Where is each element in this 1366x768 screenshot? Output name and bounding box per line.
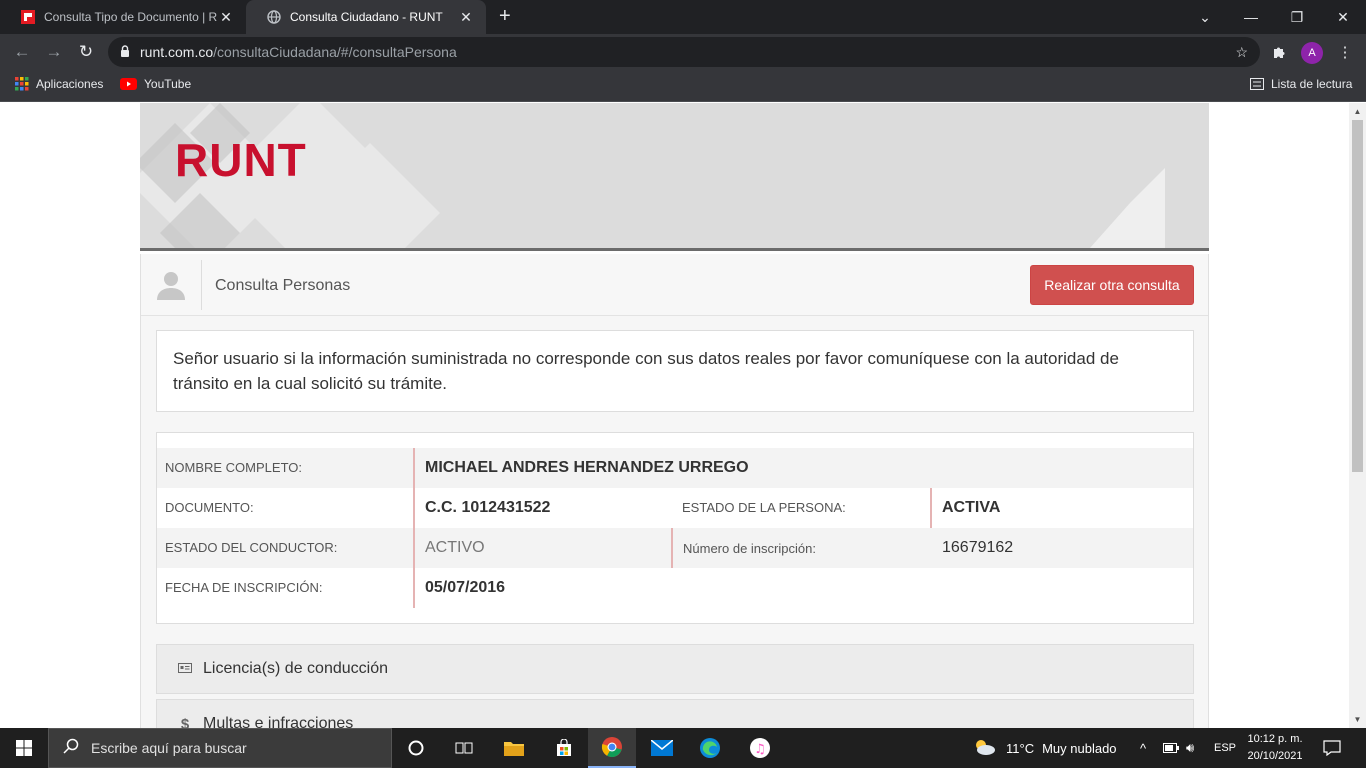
taskbar-search-box[interactable]: Escribe aquí para buscar <box>48 728 392 768</box>
tab-title: Consulta Tipo de Documento | RUNT <box>44 10 218 24</box>
tab-consulta-tipo-documento[interactable]: Consulta Tipo de Documento | RUNT ✕ <box>0 0 246 34</box>
scroll-down-arrow-icon[interactable]: ▼ <box>1349 711 1366 728</box>
task-view-icon[interactable] <box>440 728 488 768</box>
profile-avatar[interactable]: A <box>1301 42 1323 64</box>
microsoft-store-icon[interactable] <box>540 728 588 768</box>
table-row: FECHA DE INSCRIPCIÓN: 05/07/2016 <box>157 568 1193 608</box>
panel-title: Consulta Personas <box>215 277 351 294</box>
runt-favicon-icon <box>20 9 36 25</box>
panel-header: Consulta Personas Realizar otra consulta <box>141 254 1208 316</box>
weather-widget[interactable]: 11°C Muy nublado <box>972 728 1117 768</box>
bookmark-star-icon[interactable]: ☆ <box>1235 44 1248 61</box>
licencias-section[interactable]: Licencia(s) de conducción <box>156 644 1194 694</box>
itunes-icon[interactable]: ♫ <box>736 728 784 768</box>
table-row: ESTADO DEL CONDUCTOR: ACTIVO Número de i… <box>157 528 1193 568</box>
user-notice: Señor usuario si la información suminist… <box>156 330 1194 412</box>
cloud-sun-icon <box>972 738 996 759</box>
bookmark-label: Aplicaciones <box>36 77 104 91</box>
inscripcion-num-value: 16679162 <box>942 539 1014 556</box>
cortana-icon[interactable] <box>392 728 440 768</box>
youtube-icon <box>120 78 137 90</box>
windows-taskbar: Escribe aquí para buscar ♫ 11°C Muy nubl… <box>0 728 1366 768</box>
section-label: Licencia(s) de conducción <box>203 660 388 677</box>
url-path: /consultaCiudadana/#/consultaPersona <box>213 44 457 60</box>
estado-conductor-label: ESTADO DEL CONDUCTOR: <box>165 540 338 555</box>
address-bar[interactable]: runt.com.co /consultaCiudadana/#/consult… <box>108 37 1260 67</box>
tab-search-chevron-icon[interactable]: ⌄ <box>1182 0 1228 34</box>
search-icon <box>63 738 79 758</box>
chrome-menu-icon[interactable]: ⋮ <box>1333 40 1357 64</box>
clock-time: 10:12 p. m. <box>1247 733 1303 745</box>
page-viewport: RUNT Consulta Personas Realizar otra con… <box>0 103 1349 728</box>
language-indicator[interactable]: ESP <box>1214 728 1236 768</box>
estado-persona-label: ESTADO DE LA PERSONA: <box>682 500 846 515</box>
runt-header-banner: RUNT <box>140 103 1209 251</box>
forward-arrow-icon[interactable]: → <box>42 40 66 64</box>
realizar-otra-consulta-button[interactable]: Realizar otra consulta <box>1030 265 1194 305</box>
clock-date: 20/10/2021 <box>1247 750 1303 762</box>
close-window-icon[interactable]: ✕ <box>1320 0 1366 34</box>
fecha-value: 05/07/2016 <box>413 568 505 608</box>
taskbar-clock[interactable]: 10:12 p. m. 20/10/2021 <box>1240 731 1310 765</box>
bookmark-label: YouTube <box>144 77 192 91</box>
documento-value: C.C. 1012431522 <box>413 488 550 528</box>
lock-icon <box>120 44 130 60</box>
reading-list-button[interactable]: Lista de lectura <box>1250 77 1352 91</box>
file-explorer-icon[interactable] <box>490 728 538 768</box>
dollar-icon: $ <box>180 715 190 729</box>
multas-section[interactable]: $ Multas e infracciones <box>156 699 1194 728</box>
close-tab-icon[interactable]: ✕ <box>218 9 234 26</box>
nombre-value: MICHAEL ANDRES HERNANDEZ URREGO <box>413 448 749 488</box>
search-placeholder: Escribe aquí para buscar <box>91 740 247 756</box>
reading-list-label: Lista de lectura <box>1271 77 1353 91</box>
table-row: NOMBRE COMPLETO: MICHAEL ANDRES HERNANDE… <box>157 448 1193 488</box>
page-container: RUNT Consulta Personas Realizar otra con… <box>140 103 1209 728</box>
license-card-icon <box>177 662 193 676</box>
inscripcion-num-label: Número de inscripción: <box>671 528 816 568</box>
volume-icon[interactable]: 🔊︎ <box>1186 728 1194 768</box>
runt-logo: RUNT <box>175 134 307 186</box>
section-label: Multas e infracciones <box>203 715 354 728</box>
restore-icon[interactable]: ❐ <box>1274 0 1320 34</box>
tab-consulta-ciudadano[interactable]: Consulta Ciudadano - RUNT ✕ <box>246 0 486 34</box>
scroll-up-arrow-icon[interactable]: ▲ <box>1349 103 1366 120</box>
page-scrollbar[interactable]: ▲ ▼ <box>1349 103 1366 728</box>
tab-title: Consulta Ciudadano - RUNT <box>290 10 443 24</box>
apps-grid-icon <box>15 77 29 91</box>
close-tab-icon[interactable]: ✕ <box>458 9 474 26</box>
battery-icon[interactable] <box>1163 728 1179 768</box>
scrollbar-thumb[interactable] <box>1352 120 1363 472</box>
notifications-icon[interactable] <box>1323 728 1341 768</box>
svg-text:♫: ♫ <box>754 742 766 757</box>
table-row: DOCUMENTO: C.C. 1012431522 ESTADO DE LA … <box>157 488 1193 528</box>
weather-desc: Muy nublado <box>1042 740 1117 756</box>
edge-icon[interactable] <box>686 728 734 768</box>
documento-label: DOCUMENTO: <box>165 500 254 515</box>
extensions-puzzle-icon[interactable] <box>1267 40 1291 64</box>
nombre-label: NOMBRE COMPLETO: <box>165 460 303 475</box>
browser-tab-strip: Consulta Tipo de Documento | RUNT ✕ Cons… <box>0 0 1366 34</box>
windows-start-icon[interactable] <box>0 728 48 768</box>
person-info-table: NOMBRE COMPLETO: MICHAEL ANDRES HERNANDE… <box>156 432 1194 624</box>
show-hidden-icons-chevron-icon[interactable]: ^ <box>1140 728 1146 768</box>
new-tab-plus-icon[interactable]: + <box>499 6 511 26</box>
fecha-label: FECHA DE INSCRIPCIÓN: <box>165 580 323 595</box>
estado-persona-value: ACTIVA <box>930 488 1000 528</box>
url-host: runt.com.co <box>140 44 214 60</box>
bookmark-youtube[interactable]: YouTube <box>120 77 191 91</box>
weather-temp: 11°C <box>1006 740 1035 756</box>
person-avatar-icon <box>141 260 202 310</box>
reading-list-icon <box>1250 78 1264 90</box>
browser-toolbar: ← → ↻ runt.com.co /consultaCiudadana/#/c… <box>0 34 1366 70</box>
minimize-icon[interactable]: — <box>1228 0 1274 34</box>
bookmark-aplicaciones[interactable]: Aplicaciones <box>15 77 103 91</box>
estado-conductor-value: ACTIVO <box>413 528 485 568</box>
globe-icon <box>266 9 282 25</box>
mail-icon[interactable] <box>638 728 686 768</box>
chrome-taskbar-icon[interactable] <box>588 728 636 768</box>
bookmarks-bar: Aplicaciones YouTube Lista de lectura <box>0 70 1366 102</box>
consulta-personas-panel: Consulta Personas Realizar otra consulta… <box>140 254 1209 728</box>
reload-icon[interactable]: ↻ <box>74 40 98 64</box>
back-arrow-icon[interactable]: ← <box>10 40 34 64</box>
